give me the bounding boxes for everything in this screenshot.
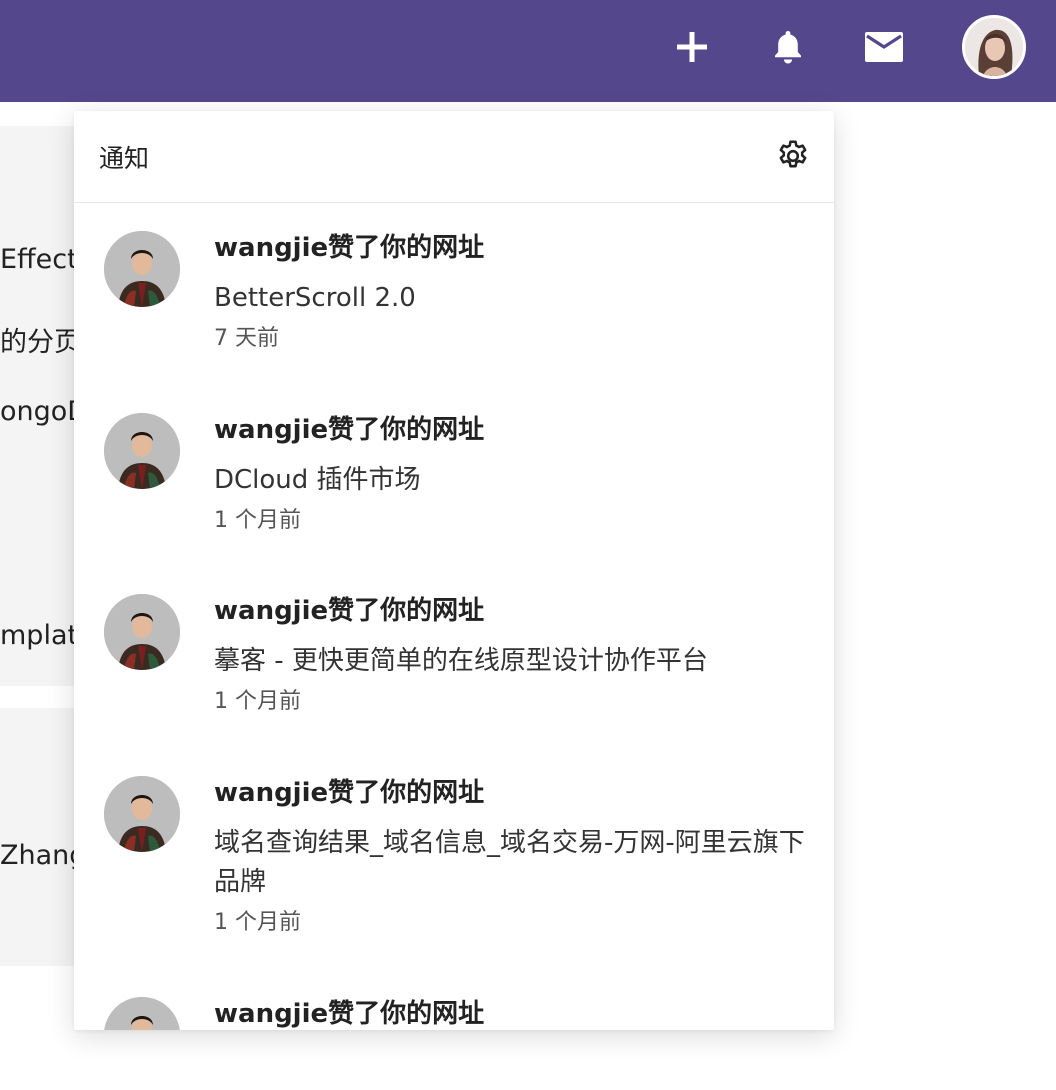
notification-site-link[interactable]: DCloud 插件市场: [214, 461, 814, 500]
notification-title: wangjie赞了你的网址: [214, 233, 485, 263]
notifications-dropdown: 通知 wangjie赞了你的网址 BetterScroll 2.0 7 天前 w…: [74, 111, 834, 1030]
top-navbar: [0, 0, 1056, 102]
notification-time: 1 个月前: [214, 910, 301, 935]
notification-time: 1 个月前: [214, 689, 301, 714]
avatar: [104, 997, 180, 1030]
notification-title: wangjie赞了你的网址: [214, 596, 485, 626]
notification-item[interactable]: wangjie赞了你的网址 DCloud 插件市场 1 个月前: [74, 413, 834, 536]
avatar: [104, 413, 180, 489]
mail-icon[interactable]: [864, 27, 904, 67]
avatar: [104, 231, 180, 307]
notification-item[interactable]: wangjie赞了你的网址 BetterScroll 2.0 7 天前: [74, 231, 834, 354]
plus-icon[interactable]: [672, 27, 712, 67]
notification-item[interactable]: wangjie赞了你的网址 域名查询结果_域名信息_域名交易-万网-阿里云旗下品…: [74, 776, 834, 938]
gear-icon[interactable]: [774, 137, 812, 175]
notification-site-link[interactable]: BetterScroll 2.0: [214, 279, 814, 318]
user-avatar[interactable]: [962, 15, 1026, 79]
bell-icon[interactable]: [768, 27, 808, 67]
notification-site-link[interactable]: 域名查询结果_域名信息_域名交易-万网-阿里云旗下品牌: [214, 824, 814, 902]
notification-time: 7 天前: [214, 326, 279, 351]
notification-item[interactable]: wangjie赞了你的网址 摹客 - 更快更简单的在线原型设计协作平台 1 个月…: [74, 594, 834, 717]
notification-item[interactable]: wangjie赞了你的网址: [74, 997, 834, 1030]
notification-title: wangjie赞了你的网址: [214, 415, 485, 445]
avatar: [104, 594, 180, 670]
notification-site-link[interactable]: 摹客 - 更快更简单的在线原型设计协作平台: [214, 642, 814, 681]
notification-title: wangjie赞了你的网址: [214, 778, 485, 808]
notifications-title: 通知: [99, 144, 150, 173]
avatar: [104, 776, 180, 852]
notifications-header: 通知: [74, 111, 834, 203]
notification-time: 1 个月前: [214, 508, 301, 533]
notification-title: wangjie赞了你的网址: [214, 999, 485, 1029]
